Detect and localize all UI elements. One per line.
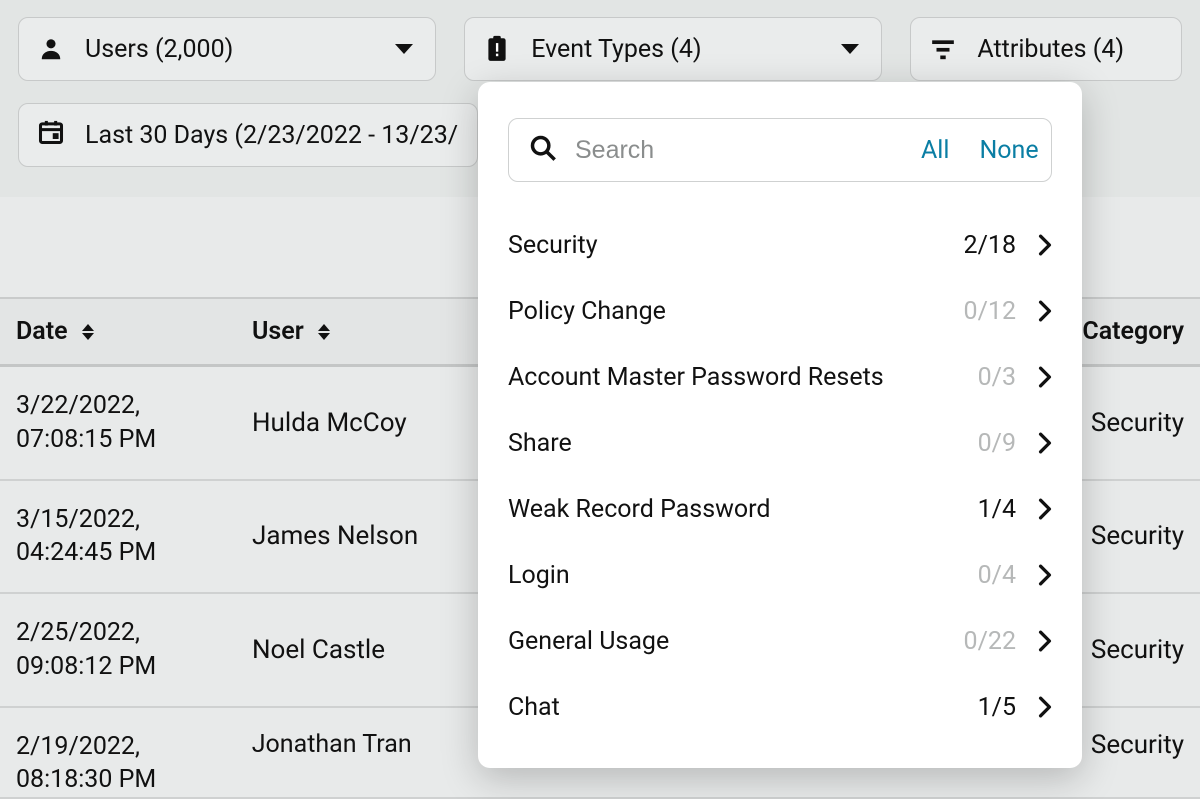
event-type-option-count: 0/9 [946,429,1016,458]
chevron-right-icon [1038,498,1052,520]
event-type-option-label: General Usage [508,627,946,656]
sort-icon [318,324,330,340]
chevron-right-icon [1038,432,1052,454]
event-type-option-count: 0/12 [946,297,1016,326]
person-icon [37,35,65,63]
column-header-date[interactable]: Date [16,317,252,346]
sort-icon [82,324,94,340]
calendar-icon [37,118,65,153]
users-filter-label: Users (2,000) [85,35,375,64]
users-filter[interactable]: Users (2,000) [18,17,436,81]
event-types-dropdown: All None Security2/18Policy Change0/12Ac… [478,82,1082,768]
event-types-filter[interactable]: Event Types (4) [464,17,882,81]
dropdown-search-bar: All None [508,118,1052,182]
chevron-right-icon [1038,234,1052,256]
event-type-option-label: Policy Change [508,297,946,326]
attributes-filter[interactable]: Attributes (4) [910,17,1182,81]
attributes-filter-label: Attributes (4) [977,35,1159,64]
select-all-link[interactable]: All [915,136,955,165]
event-type-option-count: 1/5 [946,693,1016,722]
event-type-option-label: Login [508,561,946,590]
event-type-option-count: 1/4 [946,495,1016,524]
cell-category: Security [1091,730,1184,760]
cell-date: 2/25/2022, 09:08:12 PM [16,616,252,684]
event-type-option-count: 2/18 [946,231,1016,260]
select-none-link[interactable]: None [973,136,1044,165]
event-type-option-count: 0/22 [946,627,1016,656]
event-type-option-label: Security [508,231,946,260]
event-type-option[interactable]: Login0/4 [508,542,1052,608]
event-type-option[interactable]: Security2/18 [508,212,1052,278]
chevron-right-icon [1038,564,1052,586]
event-type-option[interactable]: Share0/9 [508,410,1052,476]
search-icon [529,134,557,166]
cell-date: 3/15/2022, 04:24:45 PM [16,503,252,571]
event-type-option-label: Weak Record Password [508,495,946,524]
event-type-option-label: Share [508,429,946,458]
chevron-down-icon [841,44,859,54]
event-type-option[interactable]: Policy Change0/12 [508,278,1052,344]
cell-date: 3/22/2022, 07:08:15 PM [16,389,252,457]
event-type-option-label: Chat [508,693,946,722]
date-range-filter[interactable]: Last 30 Days (2/23/2022 - 13/23/2 [18,103,478,167]
event-type-option[interactable]: General Usage0/22 [508,608,1052,674]
chevron-right-icon [1038,696,1052,718]
cell-user: Jonathan Tran [252,730,432,759]
chevron-down-icon [395,44,413,54]
event-type-option-count: 0/4 [946,561,1016,590]
event-type-option[interactable]: Weak Record Password1/4 [508,476,1052,542]
event-type-option[interactable]: Account Master Password Resets0/3 [508,344,1052,410]
filter-icon [929,35,957,63]
chevron-right-icon [1038,300,1052,322]
event-type-option-count: 0/3 [946,363,1016,392]
dropdown-search-input[interactable] [575,136,897,165]
event-type-option-label: Account Master Password Resets [508,363,946,392]
chevron-right-icon [1038,366,1052,388]
chevron-right-icon [1038,630,1052,652]
cell-date: 2/19/2022, 08:18:30 PM [16,730,252,798]
date-range-label: Last 30 Days (2/23/2022 - 13/23/2 [85,121,459,150]
event-types-filter-label: Event Types (4) [531,35,821,64]
event-type-option[interactable]: Chat1/5 [508,674,1052,740]
clipboard-alert-icon [483,35,511,63]
